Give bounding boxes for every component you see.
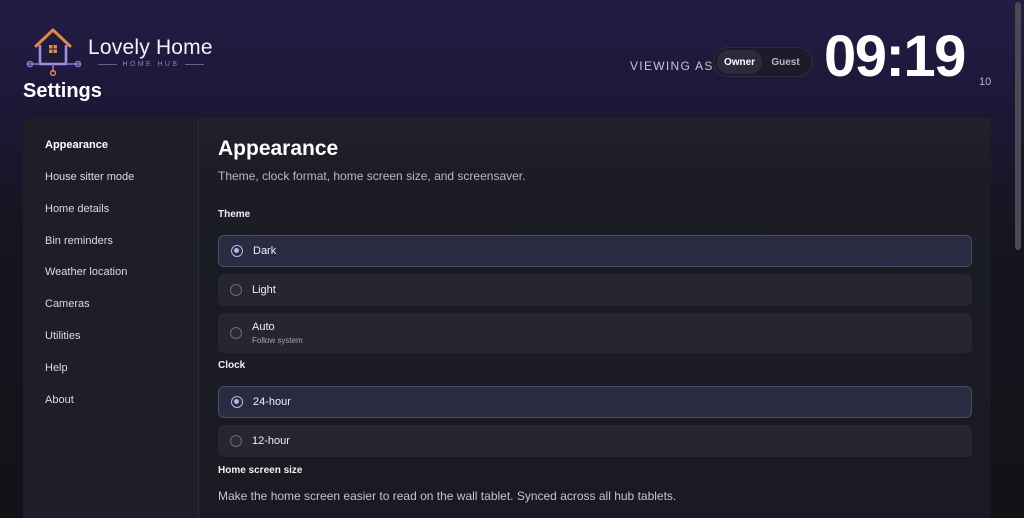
option-sublabel: Follow system (252, 336, 303, 345)
home-screen-size-label: Home screen size (218, 465, 303, 476)
clock-seconds: 10 (979, 76, 992, 88)
clock-option-24-hour[interactable]: 24-hour (218, 386, 972, 418)
guest-toggle-button[interactable]: Guest (762, 50, 809, 74)
sidebar-item-utilities[interactable]: Utilities (45, 330, 80, 342)
clock-time: 09:19 (824, 24, 966, 89)
sidebar-item-home-details[interactable]: Home details (45, 203, 109, 215)
clock-label: Clock (218, 360, 246, 371)
sidebar-item-house-sitter-mode[interactable]: House sitter mode (45, 171, 134, 183)
settings-panel: Appearance House sitter mode Home detail… (23, 118, 991, 518)
section-title: Appearance (218, 137, 339, 160)
option-label: Dark (253, 245, 277, 257)
radio-selected-icon (231, 245, 243, 257)
radio-unselected-icon (230, 327, 242, 339)
appearance-content: Appearance Theme, clock format, home scr… (200, 118, 991, 518)
divider (98, 64, 117, 65)
clock-option-12-hour[interactable]: 12-hour (218, 425, 972, 457)
sidebar-item-cameras[interactable]: Cameras (45, 298, 90, 310)
page-title: Settings (23, 80, 102, 102)
divider (185, 64, 204, 65)
house-logo-icon (26, 24, 82, 77)
settings-sidebar: Appearance House sitter mode Home detail… (23, 118, 199, 518)
theme-option-auto[interactable]: Auto Follow system (218, 313, 972, 353)
brand-name: Lovely Home (88, 36, 213, 59)
radio-unselected-icon (230, 435, 242, 447)
owner-toggle-button[interactable]: Owner (717, 50, 763, 74)
option-label: Auto (252, 321, 275, 333)
theme-option-light[interactable]: Light (218, 274, 972, 306)
brand-subtitle-row: HOME HUB (98, 61, 204, 68)
viewing-as-label: VIEWING AS (630, 59, 714, 73)
page-scrollbar[interactable] (1013, 0, 1024, 518)
radio-selected-icon (231, 396, 243, 408)
home-screen-size-description: Make the home screen easier to read on t… (218, 489, 677, 503)
viewing-as-toggle: Owner Guest (713, 47, 813, 77)
sidebar-item-bin-reminders[interactable]: Bin reminders (45, 235, 113, 247)
sidebar-item-help[interactable]: Help (45, 362, 68, 374)
sidebar-item-about[interactable]: About (45, 394, 74, 406)
sidebar-item-appearance[interactable]: Appearance (45, 139, 108, 151)
section-description: Theme, clock format, home screen size, a… (218, 169, 526, 183)
option-label: 24-hour (253, 396, 291, 408)
sidebar-item-weather-location[interactable]: Weather location (45, 266, 127, 278)
theme-option-dark[interactable]: Dark (218, 235, 972, 267)
theme-label: Theme (218, 209, 251, 220)
radio-unselected-icon (230, 284, 242, 296)
scrollbar-thumb[interactable] (1015, 2, 1021, 250)
option-label: Light (252, 284, 276, 296)
brand-subtitle: HOME HUB (122, 61, 180, 68)
option-label: 12-hour (252, 435, 290, 447)
